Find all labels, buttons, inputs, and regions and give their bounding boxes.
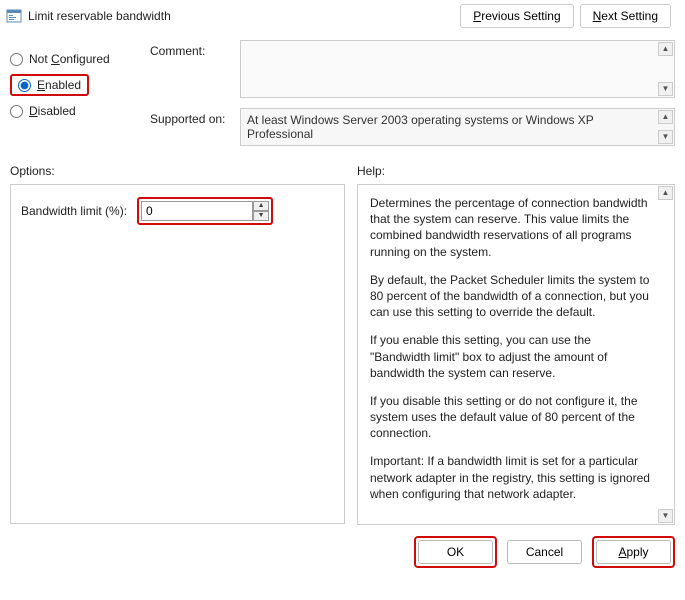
upper-right-column: Comment: ▲ ▼ Supported on: At least Wind…	[150, 40, 675, 156]
help-para: If you enable this setting, you can use …	[370, 332, 652, 381]
scroll-up-icon[interactable]: ▲	[658, 110, 673, 124]
supported-on-label: Supported on:	[150, 108, 240, 126]
policy-icon	[6, 8, 22, 24]
options-box: Bandwidth limit (%): ▲ ▼	[10, 184, 345, 524]
cancel-button[interactable]: Cancel	[507, 540, 582, 564]
bandwidth-limit-label: Bandwidth limit (%):	[21, 204, 127, 218]
window-title: Limit reservable bandwidth	[28, 9, 171, 23]
help-para: By default, the Packet Scheduler limits …	[370, 272, 652, 321]
help-para: Important: If a bandwidth limit is set f…	[370, 453, 652, 502]
help-para: Determines the percentage of connection …	[370, 195, 652, 260]
options-panel: Options: Bandwidth limit (%): ▲ ▼	[10, 160, 345, 524]
help-text: Determines the percentage of connection …	[358, 185, 674, 524]
radio-not-configured-input[interactable]	[10, 53, 23, 66]
state-radio-group: Not Configured Enabled Disabled	[10, 40, 150, 156]
help-box: Determines the percentage of connection …	[357, 184, 675, 525]
apply-button[interactable]: Apply	[596, 540, 671, 564]
supported-on-text: At least Windows Server 2003 operating s…	[247, 113, 594, 141]
comment-label: Comment:	[150, 40, 240, 58]
scroll-down-icon[interactable]: ▼	[658, 130, 673, 144]
bandwidth-limit-input[interactable]	[141, 201, 253, 221]
ok-button[interactable]: OK	[418, 540, 493, 564]
radio-disabled-input[interactable]	[10, 105, 23, 118]
supported-on-row: Supported on: At least Windows Server 20…	[150, 108, 675, 146]
scroll-down-icon[interactable]: ▼	[658, 509, 673, 523]
scroll-up-icon[interactable]: ▲	[658, 42, 673, 56]
ok-highlight: OK	[414, 536, 497, 568]
nav-buttons: Previous Setting Next Setting	[460, 4, 679, 28]
footer-buttons: OK Cancel Apply	[0, 524, 685, 576]
apply-highlight: Apply	[592, 536, 675, 568]
next-setting-button[interactable]: Next Setting	[580, 4, 671, 28]
previous-setting-button[interactable]: Previous Setting	[460, 4, 573, 28]
scroll-down-icon[interactable]: ▼	[658, 82, 673, 96]
spinner-down-icon[interactable]: ▼	[253, 211, 269, 221]
help-panel: Help: Determines the percentage of conne…	[357, 160, 675, 524]
comment-row: Comment: ▲ ▼	[150, 40, 675, 98]
main-panels: Options: Bandwidth limit (%): ▲ ▼ Help: …	[0, 156, 685, 524]
title-bar: Limit reservable bandwidth Previous Sett…	[0, 0, 685, 34]
radio-enabled-input[interactable]	[18, 79, 31, 92]
spinner-up-icon[interactable]: ▲	[253, 201, 269, 211]
radio-enabled[interactable]: Enabled	[10, 74, 89, 96]
help-para: If you disable this setting or do not co…	[370, 393, 652, 442]
upper-section: Not Configured Enabled Disabled Comment:…	[0, 34, 685, 156]
scroll-up-icon[interactable]: ▲	[658, 186, 673, 200]
options-label: Options:	[10, 160, 345, 184]
bandwidth-limit-spinner: ▲ ▼	[137, 197, 273, 225]
help-label: Help:	[357, 160, 675, 184]
supported-on-textarea: At least Windows Server 2003 operating s…	[240, 108, 675, 146]
radio-not-configured[interactable]: Not Configured	[10, 46, 150, 72]
comment-textarea[interactable]: ▲ ▼	[240, 40, 675, 98]
radio-disabled[interactable]: Disabled	[10, 98, 150, 124]
